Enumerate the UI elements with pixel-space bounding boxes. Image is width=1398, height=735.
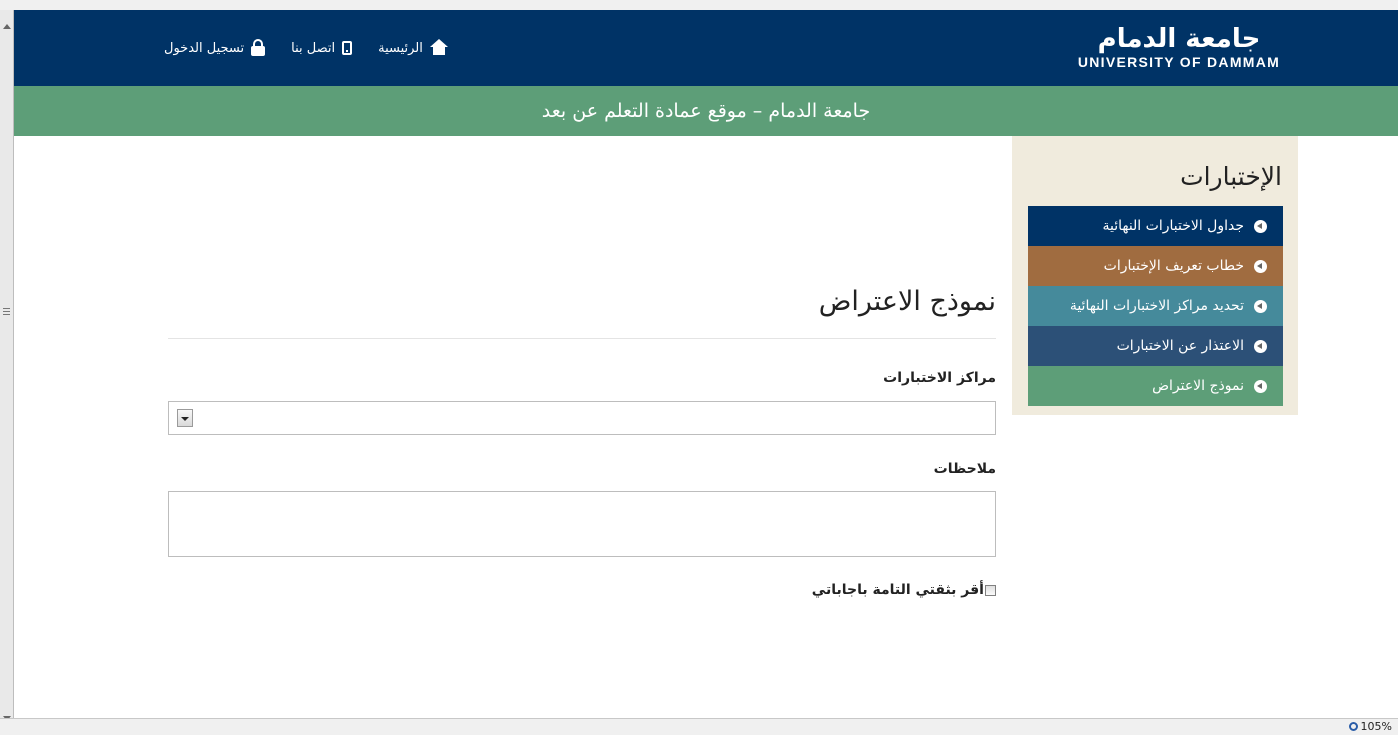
circle-arrow-icon — [1254, 219, 1267, 233]
scroll-up-arrow-icon[interactable] — [3, 24, 11, 29]
zoom-control[interactable]: 105% — [1348, 720, 1392, 733]
sidebar-item-objection-form[interactable]: نموذج الاعتراض — [1028, 366, 1283, 406]
sidebar-item-label: نموذج الاعتراض — [1152, 378, 1244, 394]
sidebar-title: الإختبارات — [1180, 162, 1282, 191]
circle-arrow-icon — [1254, 379, 1267, 393]
chevron-down-icon[interactable] — [177, 409, 193, 427]
site-banner: جامعة الدمام – موقع عمادة التعلم عن بعد — [14, 86, 1398, 136]
home-icon — [429, 39, 448, 55]
page-title: نموذج الاعتراض — [818, 286, 996, 317]
top-navigation: الرئيسية اتصل بنا تسجيل الدخول — [164, 10, 448, 86]
sidebar-menu: جداول الاختبارات النهائية خطاب تعريف الإ… — [1028, 206, 1283, 406]
sidebar-item-label: خطاب تعريف الإختبارات — [1103, 258, 1244, 274]
nav-login-link[interactable]: تسجيل الدخول — [164, 38, 266, 56]
sidebar-item-label: تحديد مراكز الاختبارات النهائية — [1069, 298, 1244, 314]
notes-textarea[interactable] — [168, 491, 996, 557]
university-logo[interactable]: جامعة الدمام UNIVERSITY OF DAMMAM — [1074, 24, 1284, 70]
browser-status-bar: 105% — [0, 718, 1398, 735]
lock-icon — [251, 38, 266, 56]
sidebar-item-label: الاعتذار عن الاختبارات — [1116, 338, 1244, 354]
nav-login-label: تسجيل الدخول — [164, 40, 245, 56]
sidebar-item-exam-excuse[interactable]: الاعتذار عن الاختبارات — [1028, 326, 1283, 366]
confirm-row: أقر بثقتي التامة باجاباتي — [812, 582, 996, 598]
site-header: جامعة الدمام UNIVERSITY OF DAMMAM الرئيس… — [14, 10, 1398, 86]
circle-arrow-icon — [1254, 339, 1267, 353]
zoom-icon — [1348, 722, 1358, 731]
title-divider — [168, 338, 996, 339]
logo-english-text: UNIVERSITY OF DAMMAM — [1077, 54, 1281, 70]
sidebar-item-final-exam-schedules[interactable]: جداول الاختبارات النهائية — [1028, 206, 1283, 246]
confirm-label: أقر بثقتي التامة باجاباتي — [811, 582, 984, 598]
circle-arrow-icon — [1254, 259, 1267, 273]
vertical-scrollbar[interactable] — [0, 10, 14, 721]
sidebar-item-label: جداول الاختبارات النهائية — [1102, 218, 1244, 234]
sidebar-item-exam-centers[interactable]: تحديد مراكز الاختبارات النهائية — [1028, 286, 1283, 326]
notes-label: ملاحظات — [933, 461, 996, 477]
nav-home-label: الرئيسية — [378, 40, 423, 56]
exams-sidebar: الإختبارات جداول الاختبارات النهائية خطا… — [1012, 136, 1298, 415]
scroll-grip-icon[interactable] — [3, 308, 10, 318]
sidebar-item-exam-letter[interactable]: خطاب تعريف الإختبارات — [1028, 246, 1283, 286]
mobile-icon — [342, 41, 353, 55]
zoom-level: 105% — [1360, 720, 1392, 733]
logo-arabic-text: جامعة الدمام — [1097, 24, 1261, 54]
exam-centers-label: مراكز الاختبارات — [883, 370, 996, 386]
nav-contact-link[interactable]: اتصل بنا — [291, 40, 353, 56]
circle-arrow-icon — [1254, 299, 1267, 313]
exam-centers-select[interactable] — [168, 401, 996, 435]
nav-contact-label: اتصل بنا — [291, 40, 336, 56]
confirm-checkbox[interactable] — [985, 584, 996, 596]
nav-home-link[interactable]: الرئيسية — [378, 39, 448, 56]
